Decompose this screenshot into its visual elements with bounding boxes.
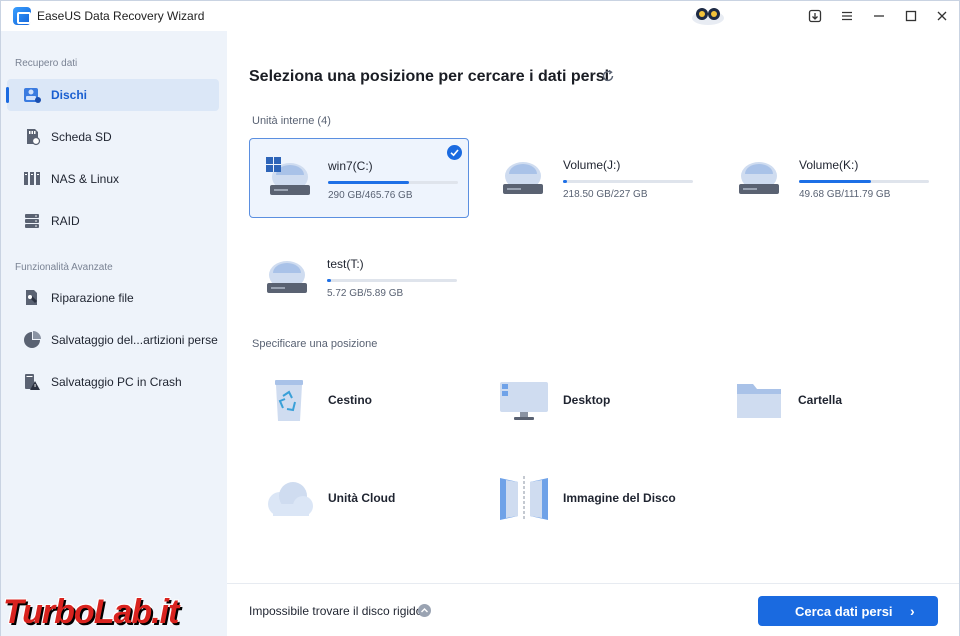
sidebar-item-scheda-sd[interactable]: Scheda SD [7, 121, 219, 153]
help-link[interactable]: Impossibile trovare il disco rigido? [249, 604, 429, 618]
main-panel: Seleziona una posizione per cercare i da… [227, 31, 959, 583]
sidebar-item-label: Dischi [51, 88, 88, 102]
sd-card-icon [27, 129, 41, 146]
drive-size: 5.72 GB/5.89 GB [327, 288, 404, 299]
mascot-icon[interactable] [691, 4, 725, 26]
window-title: EaseUS Data Recovery Wizard [37, 9, 205, 23]
drive-card-t[interactable]: test(T:) 5.72 GB/5.89 GB [249, 237, 469, 317]
close-icon[interactable] [931, 6, 953, 26]
desktop-icon [500, 382, 548, 420]
sidebar-item-dischi[interactable]: Dischi [6, 79, 219, 111]
drive-size: 49.68 GB/111.79 GB [799, 189, 891, 200]
sidebar-item-label: Riparazione file [51, 291, 134, 305]
sidebar-section-advanced: Funzionalità Avanzate [15, 262, 113, 273]
sidebar-item-nas-linux[interactable]: NAS & Linux [7, 163, 219, 195]
drive-usage-bar [328, 181, 458, 184]
sidebar: Recupero dati Dischi Scheda SD NAS & Lin… [1, 31, 227, 636]
sidebar-item-salvataggio-partizioni[interactable]: Salvataggio del...artizioni perse [7, 324, 219, 356]
partition-icon [24, 331, 41, 348]
location-label: Desktop [563, 393, 611, 407]
title-bar: EaseUS Data Recovery Wizard [1, 1, 959, 31]
location-cartella[interactable]: Cartella [723, 372, 923, 428]
internal-drives-label: Unità interne (4) [252, 115, 331, 127]
hard-drive-icon [739, 162, 779, 194]
location-label: Cartella [798, 393, 843, 407]
active-indicator [6, 87, 9, 103]
sidebar-item-label: RAID [51, 214, 80, 228]
sidebar-section-recovery: Recupero dati [15, 58, 78, 69]
drive-name: Volume(K:) [799, 158, 859, 172]
drive-usage-bar [563, 180, 693, 183]
hard-drive-icon [503, 162, 543, 194]
sidebar-item-label: NAS & Linux [51, 172, 120, 186]
location-label: Immagine del Disco [563, 491, 676, 505]
location-desktop[interactable]: Desktop [488, 372, 688, 428]
sidebar-item-label: Salvataggio del...artizioni perse [51, 333, 218, 347]
minimize-icon[interactable] [868, 6, 890, 26]
maximize-icon[interactable] [900, 6, 922, 26]
drive-name: Volume(J:) [563, 158, 621, 172]
sidebar-item-label: Salvataggio PC in Crash [51, 375, 182, 389]
hard-drive-icon [266, 157, 310, 195]
recycle-bin-icon [275, 380, 303, 421]
location-label: Cestino [328, 393, 373, 407]
scan-button-label: Cerca dati persi [795, 604, 893, 619]
nas-icon [24, 172, 40, 185]
raid-icon [25, 214, 39, 228]
location-label: Unità Cloud [328, 491, 396, 505]
drive-size: 218.50 GB/227 GB [563, 189, 648, 200]
app-window: EaseUS Data Recovery Wizard Recupero dat… [0, 0, 960, 636]
drive-card-k[interactable]: Volume(K:) 49.68 GB/111.79 GB [721, 138, 941, 218]
menu-icon[interactable] [836, 6, 858, 26]
cloud-icon [268, 482, 313, 516]
location-immagine-disco[interactable]: Immagine del Disco [488, 470, 688, 526]
chevron-up-icon[interactable] [418, 604, 431, 617]
hard-drive-icon [267, 261, 307, 293]
drive-name: test(T:) [327, 257, 364, 271]
app-logo-icon [13, 7, 31, 25]
chevron-right-icon: › [910, 603, 915, 619]
location-cestino[interactable]: Cestino [253, 372, 453, 428]
watermark-logo: TurboLab.it [3, 593, 179, 631]
drive-usage-bar [327, 279, 457, 282]
selected-check-icon [447, 145, 462, 160]
crash-pc-icon [25, 374, 40, 390]
drive-name: win7(C:) [328, 159, 373, 173]
drive-card-c[interactable]: win7(C:) 290 GB/465.76 GB [249, 138, 469, 218]
drive-card-j[interactable]: Volume(J:) 218.50 GB/227 GB [485, 138, 705, 218]
sidebar-item-riparazione-file[interactable]: Riparazione file [7, 282, 219, 314]
folder-icon [737, 384, 781, 418]
specify-location-label: Specificare una posizione [252, 338, 378, 350]
drive-usage-fill [328, 181, 409, 184]
scan-button[interactable]: Cerca dati persi › [758, 596, 938, 626]
drive-usage-fill [563, 180, 567, 183]
file-repair-icon [26, 290, 37, 305]
page-title: Seleziona una posizione per cercare i da… [249, 68, 610, 85]
drive-size: 290 GB/465.76 GB [328, 190, 413, 201]
upgrade-icon[interactable] [804, 6, 826, 26]
disks-icon [24, 88, 41, 103]
refresh-icon[interactable] [601, 69, 615, 83]
sidebar-item-label: Scheda SD [51, 130, 112, 144]
drive-usage-fill [799, 180, 871, 183]
sidebar-item-raid[interactable]: RAID [7, 205, 219, 237]
drive-usage-bar [799, 180, 929, 183]
location-unita-cloud[interactable]: Unità Cloud [253, 470, 453, 526]
footer: Impossibile trovare il disco rigido? Cer… [227, 583, 959, 636]
sidebar-item-salvataggio-pc-crash[interactable]: Salvataggio PC in Crash [7, 366, 219, 398]
drive-usage-fill [327, 279, 331, 282]
disk-image-icon [500, 476, 548, 520]
